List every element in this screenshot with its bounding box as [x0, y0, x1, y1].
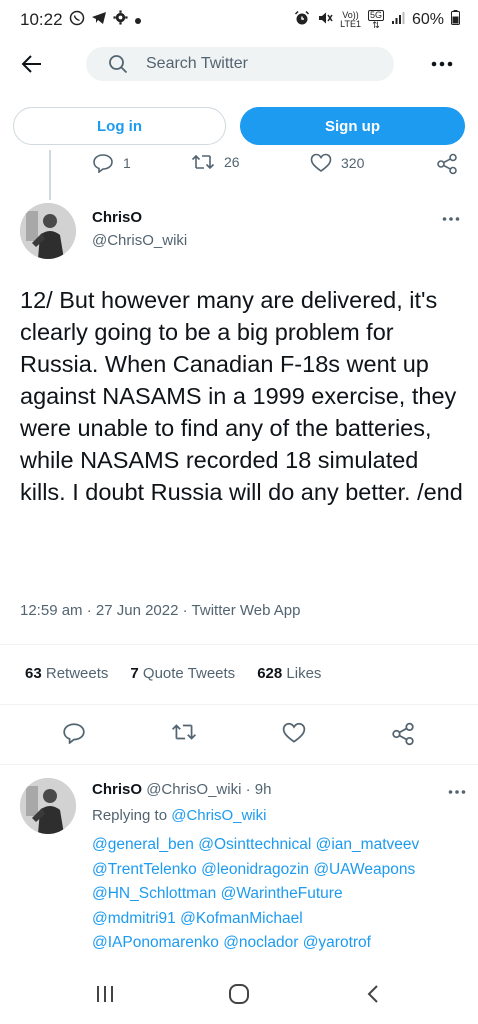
author-name[interactable]: ChrisO: [92, 209, 142, 226]
top-bar: Search Twitter: [0, 44, 478, 84]
mentions-line[interactable]: @IAPonomarenko @noclador @yarotrof: [92, 931, 472, 956]
likes-count: 628: [257, 665, 283, 682]
reply-icon: [63, 723, 85, 744]
tweet-source: Twitter Web App: [191, 602, 301, 619]
mentions-line[interactable]: @mdmitri91 @KofmanMichael: [92, 907, 472, 932]
retweet-icon: [172, 724, 196, 740]
status-bar: 10:22 Vo)) LTE1 5G ⇅ 60%: [0, 0, 478, 40]
likes-label: Likes: [286, 665, 322, 682]
tweet-more-button[interactable]: [442, 209, 460, 227]
recents-icon: [97, 986, 113, 1002]
reply-count: 1: [123, 155, 131, 171]
lte-label: LTE1: [340, 19, 361, 29]
quotes-label: Quote Tweets: [142, 665, 236, 682]
reply-more-button[interactable]: [448, 782, 466, 800]
divider: [0, 764, 478, 765]
back-button[interactable]: [18, 50, 46, 78]
retweet-action[interactable]: 26: [191, 153, 240, 171]
quotes-stat[interactable]: 7 Quote Tweets: [130, 665, 235, 682]
tweet-actions: [0, 722, 478, 750]
reply-mentions: @general_ben @Osinttechnical @ian_matvee…: [92, 833, 472, 956]
heart-icon: [310, 153, 332, 172]
reply-button[interactable]: [62, 722, 86, 744]
home-button[interactable]: [224, 980, 254, 1008]
likes-stat[interactable]: 628 Likes: [257, 665, 321, 682]
retweets-label: Retweets: [45, 665, 109, 682]
data-arrows-icon: ⇅: [372, 20, 380, 30]
share-action[interactable]: [436, 153, 458, 175]
avatar[interactable]: [20, 203, 76, 259]
more-icon: [448, 790, 466, 794]
divider: [0, 704, 478, 705]
tweet-date[interactable]: 27 Jun 2022: [96, 602, 179, 619]
previous-tweet-actions: 1 26 320: [0, 153, 478, 181]
login-button[interactable]: Log in: [13, 107, 226, 145]
dot-icon: [134, 10, 142, 30]
network-indicator: 5G ⇅: [367, 10, 384, 30]
like-button[interactable]: [282, 722, 306, 744]
share-button[interactable]: [391, 722, 415, 746]
search-input[interactable]: Search Twitter: [86, 47, 394, 81]
whatsapp-icon: [69, 10, 85, 31]
tweet-time[interactable]: 12:59 am: [20, 602, 83, 619]
heart-icon: [282, 722, 306, 743]
more-options-button[interactable]: [428, 50, 456, 78]
retweets-stat[interactable]: 63 Retweets: [25, 665, 108, 682]
more-icon: [442, 217, 460, 221]
signup-button[interactable]: Sign up: [240, 107, 465, 145]
battery-icon: [451, 10, 460, 30]
more-icon: [431, 61, 453, 67]
tweet-text: 12/ But however many are delivered, it's…: [20, 287, 463, 505]
replying-to: Replying to @ChrisO_wiki: [92, 807, 266, 824]
signal-icon: [391, 11, 405, 30]
arrow-left-icon: [21, 55, 41, 73]
search-placeholder: Search Twitter: [146, 55, 248, 72]
share-icon: [392, 722, 414, 746]
system-nav-bar: [0, 972, 478, 1016]
retweet-button[interactable]: [171, 722, 197, 742]
retweets-count: 63: [25, 665, 42, 682]
like-count: 320: [341, 155, 365, 171]
share-icon: [437, 153, 457, 175]
retweet-count: 26: [224, 154, 240, 170]
mute-icon: [317, 10, 333, 31]
avatar-image: [20, 203, 76, 259]
battery-percent: 60%: [411, 11, 444, 28]
tweet-meta: 12:59 am · 27 Jun 2022 · Twitter Web App: [20, 602, 301, 619]
recent-apps-button[interactable]: [90, 980, 120, 1008]
like-action[interactable]: 320: [310, 153, 364, 173]
author-handle[interactable]: @ChrisO_wiki: [92, 232, 187, 249]
quotes-count: 7: [130, 665, 139, 682]
volte-indicator: Vo)) LTE1: [340, 11, 361, 29]
reply-action[interactable]: 1: [92, 153, 131, 173]
tweet-author: ChrisO @ChrisO_wiki: [20, 203, 460, 263]
home-icon: [229, 984, 249, 1004]
reply-header: ChrisO @ChrisO_wiki · 9h: [92, 781, 272, 798]
avatar-image: [20, 778, 76, 834]
replying-to-label: Replying to: [92, 807, 168, 824]
settings-icon: [113, 10, 128, 30]
divider: [0, 644, 478, 645]
mentions-line[interactable]: @HN_Schlottman @WarintheFuture: [92, 882, 472, 907]
reply-age[interactable]: 9h: [255, 781, 272, 798]
status-time: 10:22: [20, 10, 63, 29]
telegram-icon: [91, 10, 107, 30]
avatar[interactable]: [20, 778, 76, 834]
alarm-icon: [294, 10, 310, 31]
reply-author-handle[interactable]: @ChrisO_wiki: [146, 781, 241, 798]
mentions-line[interactable]: @general_ben @Osinttechnical @ian_matvee…: [92, 833, 472, 858]
search-icon: [109, 55, 128, 74]
auth-buttons: Log in Sign up: [13, 107, 465, 145]
chevron-left-icon: [367, 985, 378, 1003]
reply-author-name[interactable]: ChrisO: [92, 781, 142, 798]
mentions-line[interactable]: @TrentTelenko @leonidragozin @UAWeapons: [92, 858, 472, 883]
reply-icon: [93, 154, 113, 173]
retweet-icon: [191, 154, 215, 170]
tweet-stats: 63 Retweets 7 Quote Tweets 628 Likes: [25, 665, 321, 682]
back-nav-button[interactable]: [358, 980, 388, 1008]
replying-to-link[interactable]: @ChrisO_wiki: [171, 807, 266, 824]
